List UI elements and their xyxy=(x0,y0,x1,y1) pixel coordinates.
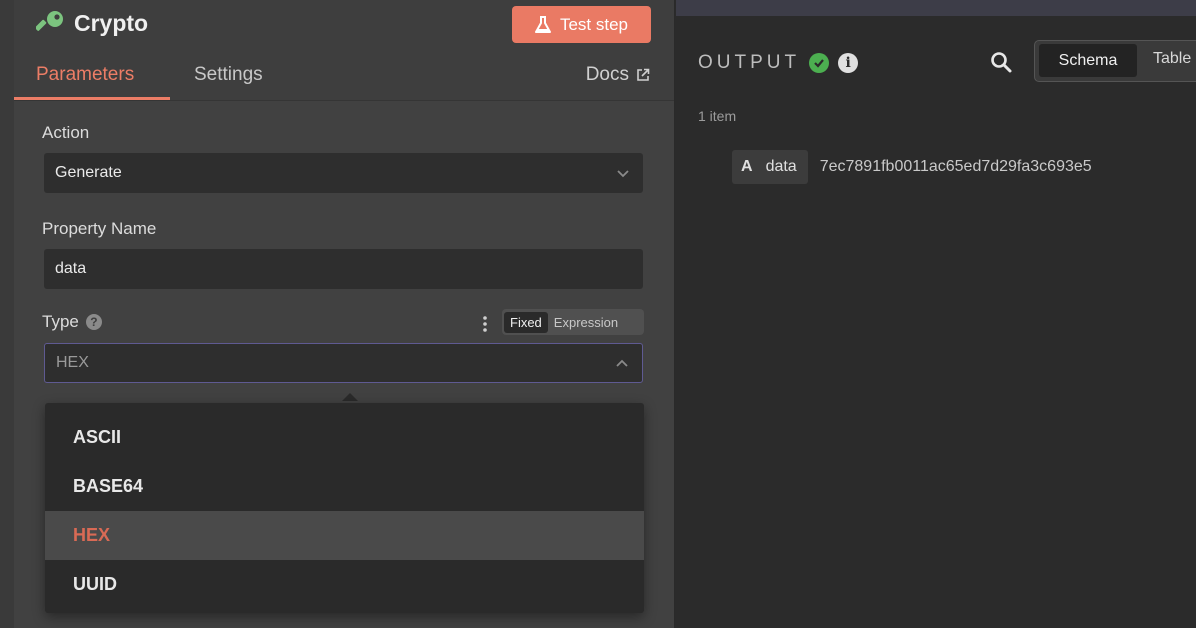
tabs-bar: Parameters Settings Docs xyxy=(14,52,674,101)
mode-fixed-button[interactable]: Fixed xyxy=(504,311,548,333)
tab-settings[interactable]: Settings xyxy=(194,64,263,86)
info-circle-icon[interactable]: i xyxy=(838,53,859,73)
schema-field-name: data xyxy=(765,158,797,175)
action-value: Generate xyxy=(55,164,122,181)
test-step-label: Test step xyxy=(559,14,629,34)
type-dropdown-menu: ASCII BASE64 HEX UUID xyxy=(45,403,644,613)
view-mode-switch: Schema Table xyxy=(1034,40,1196,82)
property-name-label: Property Name xyxy=(42,219,157,238)
node-title: Crypto xyxy=(74,10,149,36)
dropdown-caret xyxy=(342,393,358,401)
dropdown-option-ascii[interactable]: ASCII xyxy=(45,413,644,462)
output-title: OUTPUT xyxy=(698,52,801,73)
schema-field-value: 7ec7891fb0011ac65ed7d29fa3c693e5 xyxy=(819,158,1092,175)
left-gutter xyxy=(0,0,14,628)
fixed-expression-toggle: Fixed Expression xyxy=(502,309,644,335)
dropdown-option-hex[interactable]: HEX xyxy=(45,511,644,560)
node-parameters-panel: Crypto Test step Parameters Settings Doc… xyxy=(14,0,675,628)
check-circle-icon xyxy=(809,53,830,73)
view-schema-button[interactable]: Schema xyxy=(1039,44,1137,77)
external-link-icon xyxy=(637,68,650,81)
more-vertical-icon[interactable] xyxy=(482,315,488,333)
flask-icon xyxy=(534,15,551,33)
dropdown-option-base64[interactable]: BASE64 xyxy=(45,462,644,511)
schema-field-row: A data 7ec7891fb0011ac65ed7d29fa3c693e5 xyxy=(732,150,1092,184)
active-tab-underline xyxy=(14,97,170,100)
docs-link[interactable]: Docs xyxy=(586,64,650,86)
docs-label: Docs xyxy=(585,64,629,85)
chevron-up-icon xyxy=(616,359,628,367)
string-type-icon: A xyxy=(741,158,753,175)
type-label-row: Type ? xyxy=(42,312,102,332)
action-select[interactable]: Generate xyxy=(44,153,643,193)
action-label: Action xyxy=(42,123,90,142)
canvas-top-strip xyxy=(676,0,1196,16)
property-name-input[interactable]: data xyxy=(44,249,643,289)
dropdown-option-uuid[interactable]: UUID xyxy=(45,560,644,609)
property-name-value: data xyxy=(55,260,87,277)
search-icon[interactable] xyxy=(989,50,1013,74)
parameters-form: Action Generate Property Name data Type … xyxy=(14,101,674,628)
node-header: Crypto Test step xyxy=(14,0,674,52)
type-label: Type xyxy=(42,312,79,331)
view-table-button[interactable]: Table xyxy=(1153,50,1191,68)
output-header: OUTPUT i xyxy=(698,52,859,74)
schema-field-pill[interactable]: A data xyxy=(732,150,808,184)
tab-parameters[interactable]: Parameters xyxy=(36,64,134,86)
type-select[interactable]: HEX xyxy=(44,343,643,383)
item-count: 1 item xyxy=(698,108,737,124)
output-panel: OUTPUT i Schema Table 1 item A data 7ec7… xyxy=(676,16,1196,628)
test-step-button[interactable]: Test step xyxy=(512,6,651,43)
type-value: HEX xyxy=(56,354,89,371)
question-circle-icon[interactable]: ? xyxy=(85,314,102,330)
key-icon xyxy=(36,11,63,31)
chevron-down-icon xyxy=(617,170,629,178)
mode-expression-button[interactable]: Expression xyxy=(548,312,624,333)
